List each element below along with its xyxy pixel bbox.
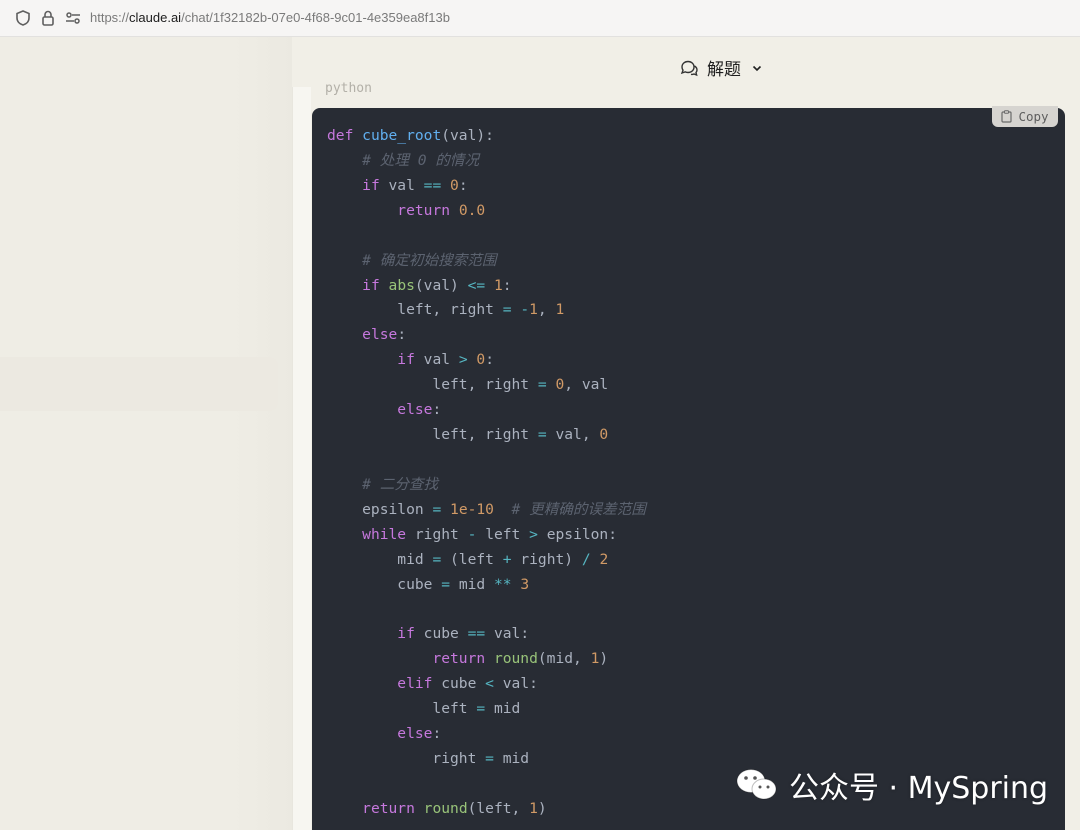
code-line: if cube == val: [397,625,530,643]
code-line: else: [397,401,442,419]
code-line: else: [397,725,442,743]
code-line: if val == 0: [362,176,468,194]
code-language-label: python [325,81,372,96]
code-line: left, right = 0, val [327,376,609,394]
copy-button[interactable]: Copy [992,106,1058,127]
chat-title-button[interactable]: 解题 [679,55,763,80]
code-line: if abs(val) <= 1: [362,276,512,294]
chat-title-text: 解题 [707,60,741,80]
code-line: right = mid [327,750,530,768]
code-line: if val > 0: [397,351,494,369]
code-line: elif cube < val: [397,675,538,693]
shield-icon[interactable] [14,9,32,27]
code-line: left = mid [327,700,521,718]
chevron-down-icon [752,65,762,71]
code-line: while right - left > epsilon: [362,525,617,543]
url-scheme: https:// [90,10,130,25]
url-host: claude.ai [129,10,182,25]
code-block: def cube_root(val): # 处理 0 的情况 if val ==… [312,108,1065,830]
url-field[interactable]: https://claude.ai/chat/1f32182b-07e0-4f6… [90,10,450,25]
code-content[interactable]: def cube_root(val): # 处理 0 的情况 if val ==… [327,124,646,822]
chat-page: 解题 python def cube_root(val): # 处理 0 的情况… [0,37,1080,830]
code-line: left, right = val, 0 [327,426,609,444]
code-line: def cube_root(val): [327,127,494,144]
code-line: return round(left, 1) [362,799,547,817]
wechat-icon [736,769,777,800]
code-line: # 二分查找 [362,475,439,493]
chat-bubbles-icon [680,60,698,76]
code-line: left, right = -1, 1 [327,301,565,319]
copy-button-label: Copy [1018,109,1049,124]
code-line: # 确定初始搜索范围 [362,251,497,269]
code-line: cube = mid ** 3 [327,575,530,593]
code-line: epsilon = 1e-10 # 更精确的误差范围 [327,500,646,518]
code-line: return round(mid, 1) [432,650,609,668]
code-line: else: [362,326,407,344]
watermark-text: 公众号 · MySpring [789,771,1049,806]
lock-icon[interactable] [39,9,57,27]
code-line: mid = (left + right) / 2 [327,550,609,568]
browser-address-bar: https://claude.ai/chat/1f32182b-07e0-4f6… [0,0,1080,37]
site-settings-icon[interactable] [64,9,82,27]
clipboard-icon [1001,110,1013,123]
sidebar-area [0,37,292,830]
url-path: /chat/1f32182b-07e0-4f68-9c01-4e359ea8f1… [181,10,450,25]
sidebar-highlight [0,357,278,411]
watermark: 公众号 · MySpring [735,763,1048,807]
message-gutter [292,87,311,830]
code-line: return 0.0 [397,201,486,219]
code-line: # 处理 0 的情况 [362,151,480,169]
